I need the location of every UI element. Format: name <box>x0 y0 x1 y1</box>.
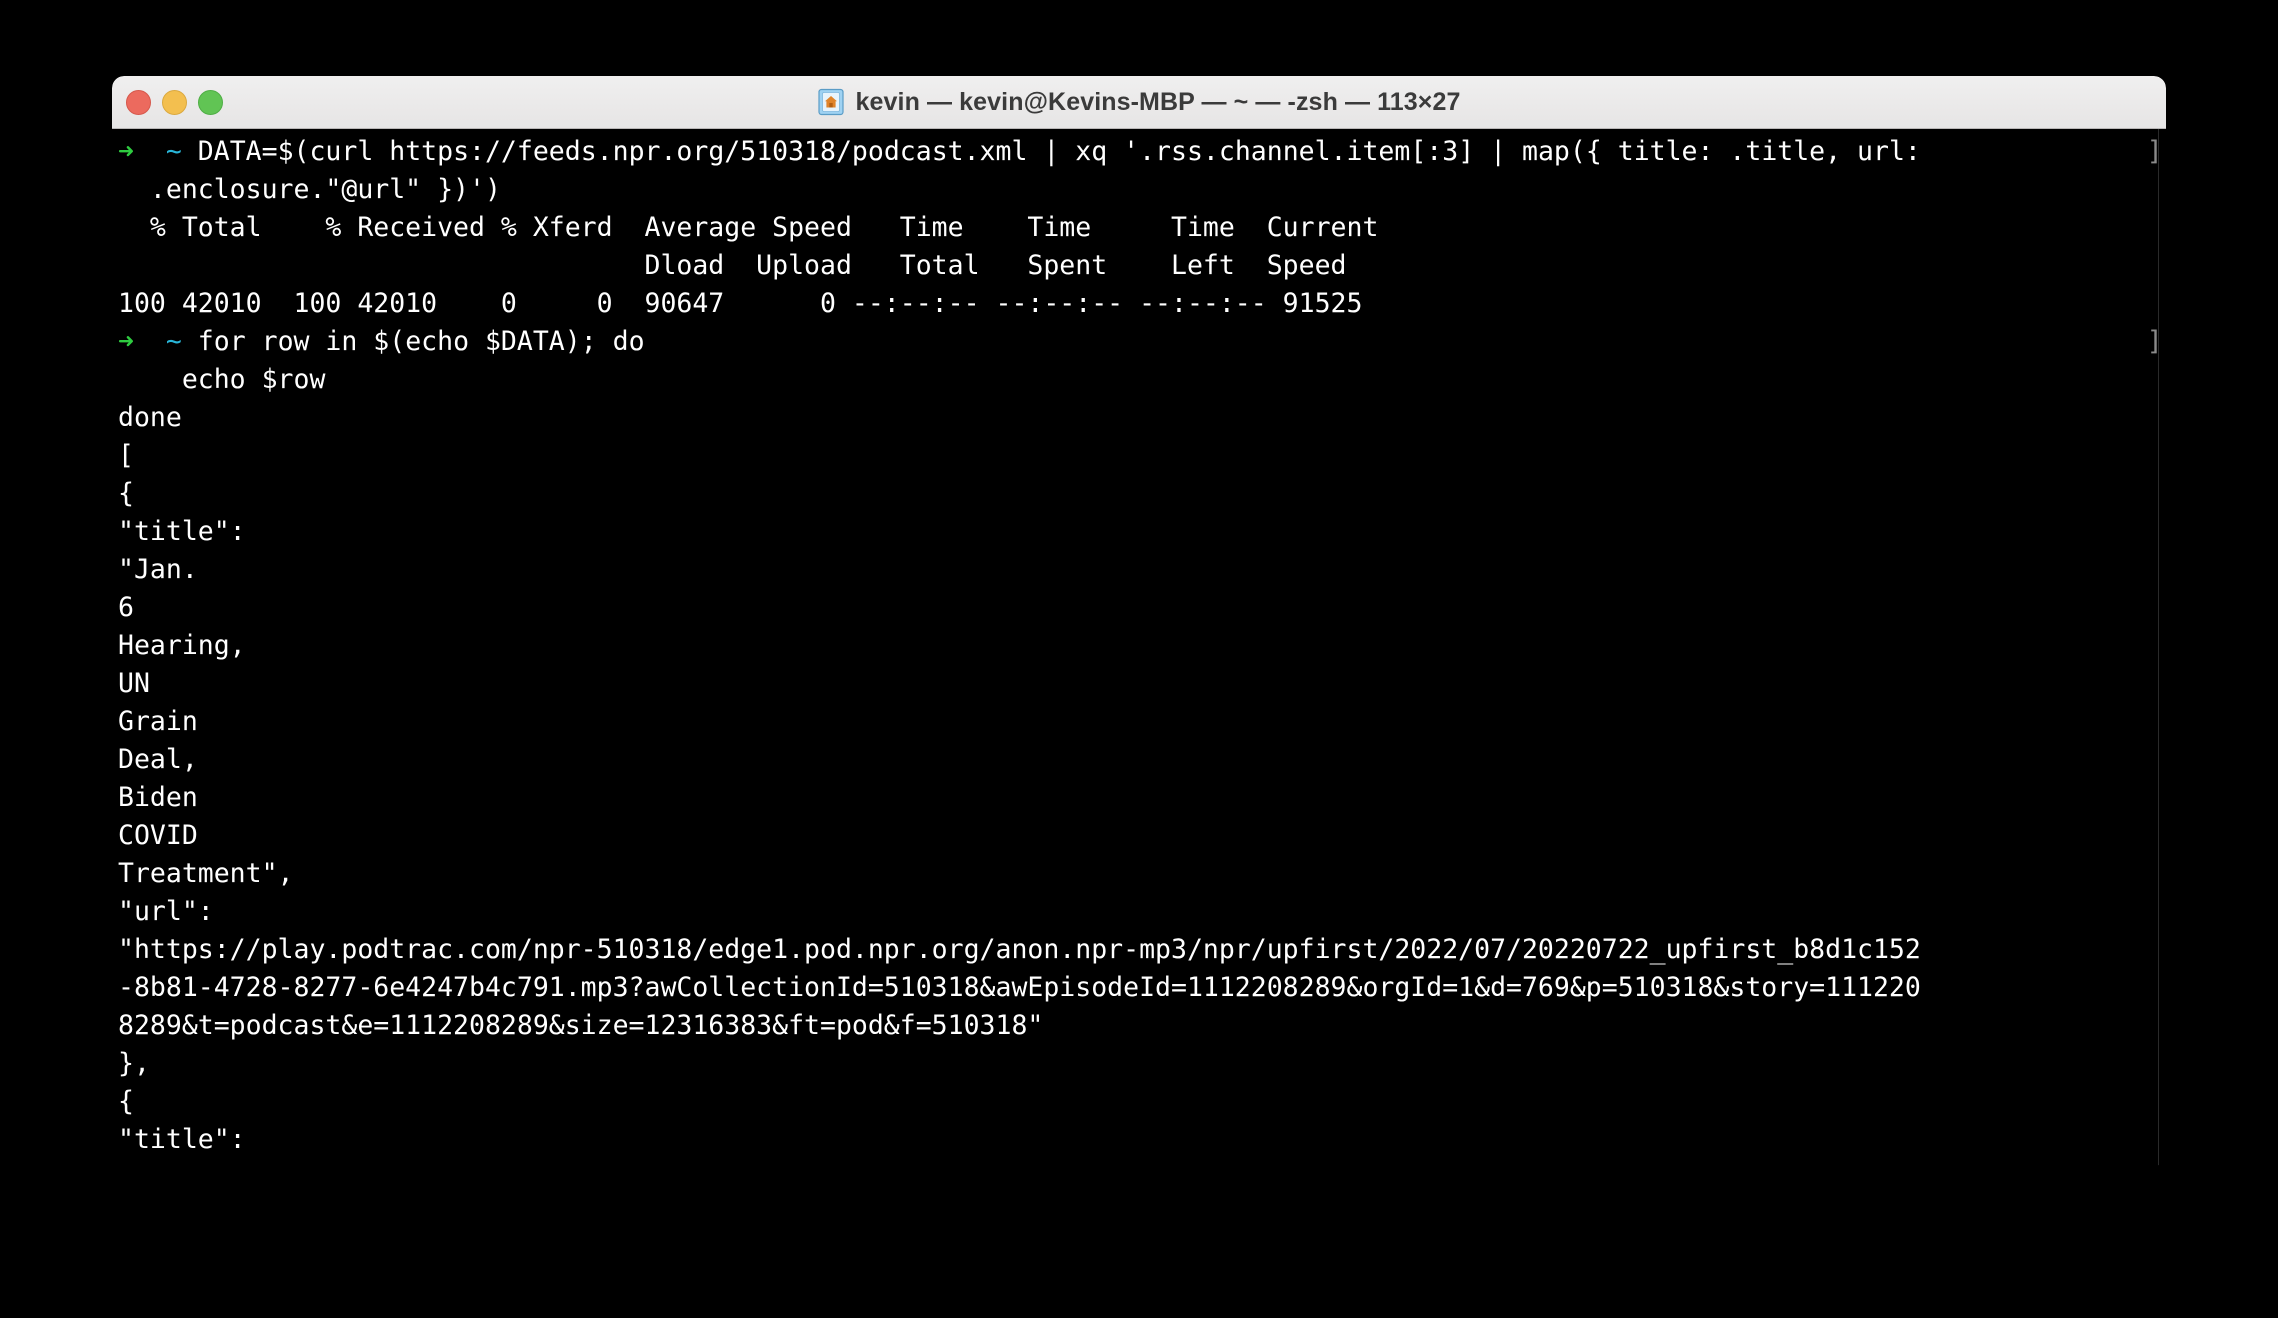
terminal-output-line: Treatment", <box>118 855 2166 893</box>
terminal-window[interactable]: kevin — kevin@Kevins-MBP — ~ — -zsh — 11… <box>112 76 2166 1166</box>
terminal-line-text: 100 42010 100 42010 0 0 90647 0 --:--:--… <box>118 288 1363 319</box>
prompt-path: ~ <box>165 136 198 167</box>
terminal-line-text: Deal, <box>118 744 198 775</box>
terminal-line-text: UN <box>118 668 150 699</box>
terminal-line-text: { <box>118 478 134 509</box>
terminal-line-text: COVID <box>118 820 198 851</box>
terminal-command-line: ➜ ~ for row in $(echo $DATA); do] <box>118 323 2166 361</box>
terminal-line-text: "url": <box>118 896 214 927</box>
terminal-output-line: Biden <box>118 779 2166 817</box>
terminal-line-text: done <box>118 402 182 433</box>
prompt-close-bracket: ] <box>2146 326 2163 357</box>
window-title-group: kevin — kevin@Kevins-MBP — ~ — -zsh — 11… <box>112 88 2166 117</box>
terminal-output-line: done <box>118 399 2166 437</box>
terminal-line-text: "https://play.podtrac.com/npr-510318/edg… <box>118 934 1921 965</box>
terminal-command-line: ➜ ~ DATA=$(curl https://feeds.npr.org/51… <box>118 133 2166 171</box>
terminal-output-line: Grain <box>118 703 2166 741</box>
terminal-line-text: Hearing, <box>118 630 246 661</box>
minimize-window-button[interactable] <box>162 89 187 115</box>
terminal-line-text: for row in $(echo $DATA); do <box>197 326 645 357</box>
terminal-output-line: Deal, <box>118 741 2166 779</box>
terminal-line-text: 6 <box>118 592 134 623</box>
terminal-output-line: 8289&t=podcast&e=1112208289&size=1231638… <box>118 1007 2166 1045</box>
terminal-line-text: .enclosure."@url" })') <box>118 174 501 205</box>
terminal-text-buffer[interactable]: ➜ ~ DATA=$(curl https://feeds.npr.org/51… <box>112 133 2166 1159</box>
prompt-arrow-icon: ➜ <box>118 136 166 167</box>
terminal-output-line: Dload Upload Total Spent Left Speed <box>118 247 2166 285</box>
terminal-output-line: "title": <box>118 1121 2166 1159</box>
terminal-screen[interactable]: ➜ ~ DATA=$(curl https://feeds.npr.org/51… <box>112 129 2166 1166</box>
zoom-window-button[interactable] <box>198 89 223 115</box>
terminal-line-text: echo $row <box>118 364 326 395</box>
terminal-line-text: Grain <box>118 706 198 737</box>
close-window-button[interactable] <box>126 89 151 115</box>
terminal-output-line: "url": <box>118 893 2166 931</box>
window-titlebar[interactable]: kevin — kevin@Kevins-MBP — ~ — -zsh — 11… <box>112 76 2166 129</box>
terminal-line-text: }, <box>118 1048 150 1079</box>
terminal-continuation-line: echo $row <box>118 361 2166 399</box>
terminal-line-text: DATA=$(curl https://feeds.npr.org/510318… <box>197 136 1921 167</box>
terminal-line-text: [ <box>118 440 134 471</box>
terminal-continuation-line: .enclosure."@url" })') <box>118 171 2166 209</box>
terminal-output-line: "title": <box>118 513 2166 551</box>
terminal-output-line: { <box>118 1083 2166 1121</box>
terminal-output-line: UN <box>118 665 2166 703</box>
desktop-background: kevin — kevin@Kevins-MBP — ~ — -zsh — 11… <box>0 0 2278 1318</box>
terminal-line-text: Dload Upload Total Spent Left Speed <box>118 250 1347 281</box>
prompt-close-bracket: ] <box>2146 136 2163 167</box>
terminal-output-line: [ <box>118 437 2166 475</box>
terminal-output-line: % Total % Received % Xferd Average Speed… <box>118 209 2166 247</box>
terminal-line-text: "title": <box>118 516 246 547</box>
terminal-line-text: -8b81-4728-8277-6e4247b4c791.mp3?awColle… <box>118 972 1921 1003</box>
terminal-line-text: Treatment", <box>118 858 294 889</box>
terminal-output-line: "https://play.podtrac.com/npr-510318/edg… <box>118 931 2166 969</box>
terminal-line-text: "title": <box>118 1124 246 1155</box>
terminal-output-line: 100 42010 100 42010 0 0 90647 0 --:--:--… <box>118 285 2166 323</box>
terminal-output-line: }, <box>118 1045 2166 1083</box>
terminal-line-text: "Jan. <box>118 554 198 585</box>
terminal-output-line: COVID <box>118 817 2166 855</box>
prompt-arrow-icon: ➜ <box>118 326 166 357</box>
terminal-line-text: 8289&t=podcast&e=1112208289&size=1231638… <box>118 1010 1044 1041</box>
terminal-output-line: "Jan. <box>118 551 2166 589</box>
window-controls[interactable] <box>126 76 223 128</box>
terminal-output-line: 6 <box>118 589 2166 627</box>
terminal-line-text: Biden <box>118 782 198 813</box>
terminal-line-text: { <box>118 1086 134 1117</box>
window-title-text: kevin — kevin@Kevins-MBP — ~ — -zsh — 11… <box>855 87 1461 116</box>
terminal-line-text: % Total % Received % Xferd Average Speed… <box>118 212 1379 243</box>
terminal-output-line: -8b81-4728-8277-6e4247b4c791.mp3?awColle… <box>118 969 2166 1007</box>
terminal-output-line: Hearing, <box>118 627 2166 665</box>
terminal-home-folder-icon <box>817 88 844 116</box>
terminal-output-line: { <box>118 475 2166 513</box>
prompt-path: ~ <box>165 326 198 357</box>
